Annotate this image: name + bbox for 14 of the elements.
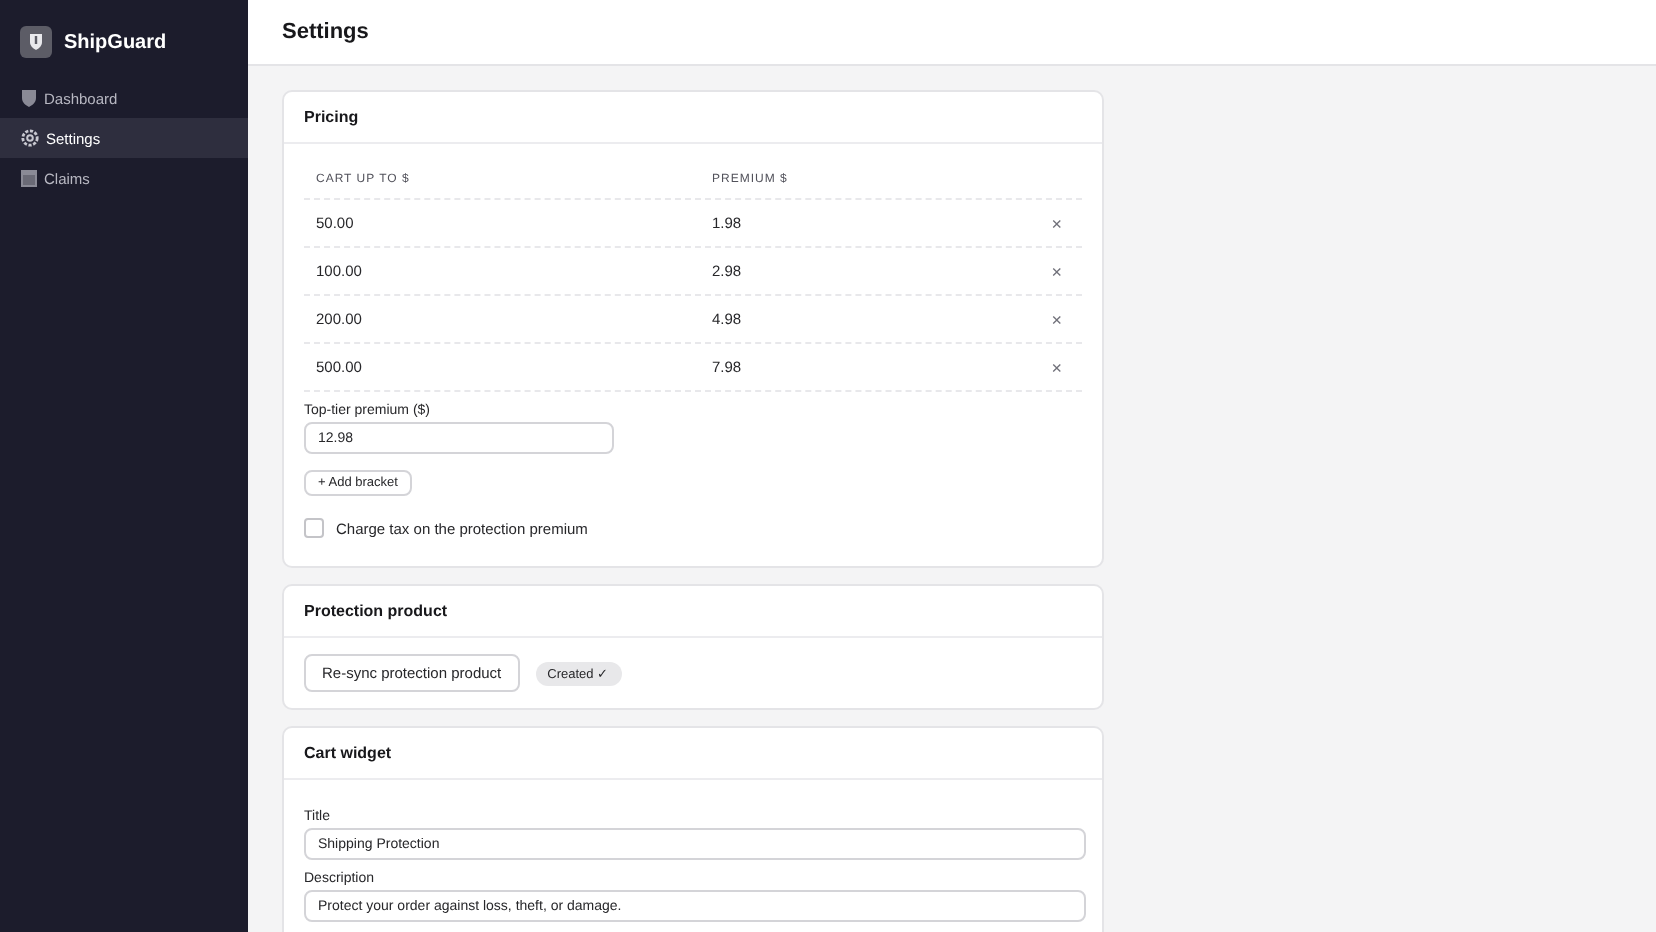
- calendar-icon: [20, 168, 38, 188]
- remove-button[interactable]: ×: [1043, 309, 1070, 329]
- page-title: Settings: [282, 20, 369, 44]
- checkbox[interactable]: [304, 518, 324, 538]
- app-name: ShipGuard: [64, 31, 167, 53]
- remove-button[interactable]: ×: [1043, 357, 1070, 377]
- remove-button[interactable]: ×: [1043, 261, 1070, 281]
- card-title: Protection product: [304, 602, 448, 620]
- card-title: Pricing: [304, 108, 359, 126]
- settings-icon: [20, 128, 40, 148]
- remove-button[interactable]: ×: [1043, 213, 1070, 233]
- shield-icon: [20, 88, 38, 108]
- shield-logo-icon: [20, 26, 52, 58]
- card-title: Cart widget: [304, 744, 392, 762]
